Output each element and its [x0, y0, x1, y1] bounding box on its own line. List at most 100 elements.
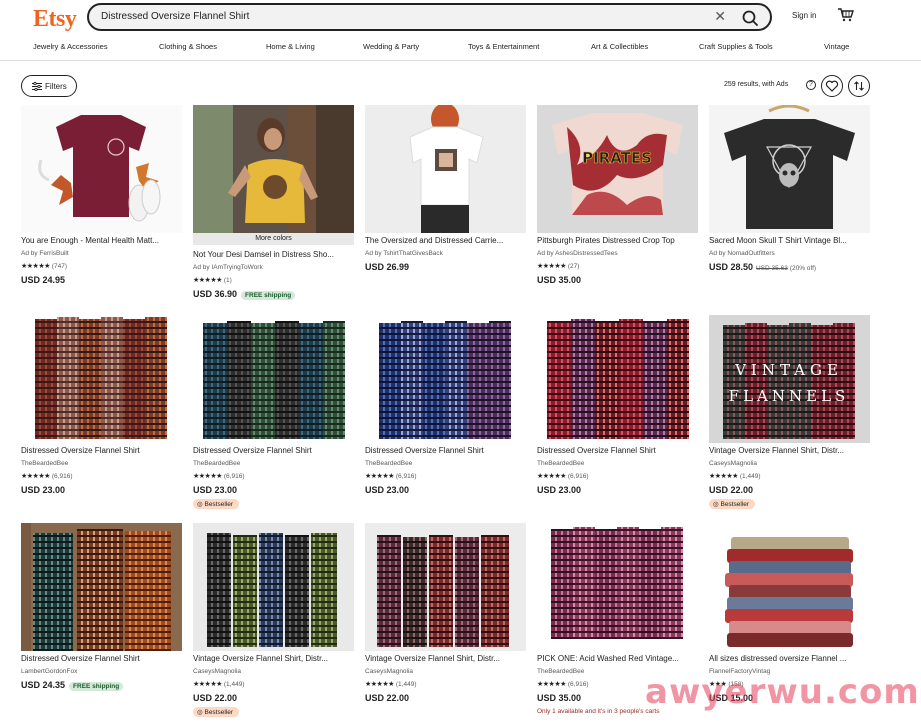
listing-title[interactable]: Distressed Oversize Flannel Shirt	[537, 446, 698, 455]
listing-title[interactable]: Distressed Oversize Flannel Shirt	[21, 654, 182, 663]
listing-price: USD 28.50 USD 35.63 (20% off)	[709, 262, 816, 272]
category-toys[interactable]: Toys & Entertainment	[468, 42, 539, 51]
listing-shop[interactable]: Ad by FerrisBuilt	[21, 250, 69, 257]
heart-icon	[825, 80, 839, 92]
review-count: (1)	[223, 277, 232, 284]
image-text-pirates: PIRATES	[582, 149, 652, 167]
listing-shop[interactable]: CaseysMagnolia	[193, 668, 241, 675]
price-value: USD 28.50	[709, 262, 754, 272]
cart-icon[interactable]	[838, 8, 854, 22]
review-count: (6,916)	[567, 473, 589, 480]
listing-title[interactable]: Not Your Desi Damsel in Distress Sho...	[193, 250, 354, 259]
image-text-flannels: FLANNELS	[729, 387, 850, 405]
listing-image[interactable]: PIRATES	[537, 105, 698, 233]
listing-shop[interactable]: TheBeardedBee	[21, 460, 68, 467]
stars-icon: ★★★★★	[193, 277, 222, 284]
listing-image[interactable]	[709, 105, 870, 233]
listing-price: USD 36.90 FREE shipping	[193, 289, 296, 300]
help-icon[interactable]: ?	[806, 80, 816, 90]
listing-price: USD 23.00	[537, 485, 582, 495]
more-colors-badge[interactable]: More colors	[193, 233, 354, 245]
listing-shop[interactable]: Ad by IAmTryingToWork	[193, 264, 263, 271]
listing-shop[interactable]: CaseysMagnolia	[709, 460, 757, 467]
category-home[interactable]: Home & Living	[266, 42, 315, 51]
listing-image[interactable]	[365, 523, 526, 651]
listing-rating: ★★★★★ (6,916)	[365, 472, 417, 480]
listing-title[interactable]: Distressed Oversize Flannel Shirt	[21, 446, 182, 455]
category-nav: Jewelry & Accessories Clothing & Shoes H…	[0, 40, 921, 56]
listing-shop[interactable]: TheBeardedBee	[365, 460, 412, 467]
listing-title[interactable]: Vintage Oversize Flannel Shirt, Distr...	[193, 654, 354, 663]
listing-image[interactable]: VINTAGE FLANNELS	[709, 315, 870, 443]
category-clothing[interactable]: Clothing & Shoes	[159, 42, 217, 51]
free-shipping-badge: FREE shipping	[69, 682, 124, 691]
sort-button[interactable]	[848, 75, 870, 97]
price-value: USD 24.35	[21, 680, 66, 690]
stars-icon: ★★★★★	[193, 473, 222, 480]
listing-title[interactable]: All sizes distressed oversize Flannel ..…	[709, 654, 870, 663]
listing-shop[interactable]: Ad by NomadOutfitters	[709, 250, 775, 257]
listing-title[interactable]: Pittsburgh Pirates Distressed Crop Top	[537, 236, 698, 245]
category-craft[interactable]: Craft Supplies & Tools	[699, 42, 773, 51]
listing-title[interactable]: Distressed Oversize Flannel Shirt	[193, 446, 354, 455]
listing-shop[interactable]: Ad by AshesDistressedTees	[537, 250, 618, 257]
listing-shop[interactable]: LambertGordonFox	[21, 668, 77, 675]
listing-shop[interactable]: CaseysMagnolia	[365, 668, 413, 675]
listing-shop[interactable]: TheBeardedBee	[537, 460, 584, 467]
listing-title[interactable]: Sacred Moon Skull T Shirt Vintage Bl...	[709, 236, 870, 245]
review-count: (6,916)	[51, 473, 73, 480]
listing-price: USD 35.00	[537, 693, 582, 703]
listing-title[interactable]: Distressed Oversize Flannel Shirt	[365, 446, 526, 455]
listing-image[interactable]	[21, 315, 182, 443]
listing-title[interactable]: Vintage Oversize Flannel Shirt, Distr...	[709, 446, 870, 455]
sign-in-link[interactable]: Sign in	[792, 11, 816, 20]
search-bar[interactable]: Distressed Oversize Flannel Shirt ✕	[87, 3, 772, 31]
listing-rating: ★★★★★ (6,916)	[537, 472, 589, 480]
listing-shop[interactable]: TheBeardedBee	[193, 460, 240, 467]
listing-image[interactable]	[193, 523, 354, 651]
listing-shop[interactable]: TheBeardedBee	[537, 668, 584, 675]
listing-price: USD 22.00	[709, 485, 754, 495]
listing-image[interactable]	[537, 315, 698, 443]
category-wedding[interactable]: Wedding & Party	[363, 42, 419, 51]
listing-image[interactable]	[365, 105, 526, 233]
listing-price: USD 23.00	[193, 485, 238, 495]
review-count: (1,449)	[395, 681, 417, 688]
results-count: 259 results, with Ads	[724, 81, 789, 88]
filters-button[interactable]: Filters	[21, 75, 77, 97]
listing-title[interactable]: Vintage Oversize Flannel Shirt, Distr...	[365, 654, 526, 663]
listing-image[interactable]	[709, 523, 870, 651]
listing-shop[interactable]: Ad by TshirtThatGivesBack	[365, 250, 443, 257]
listing-rating: ★★★★★ (6,916)	[193, 472, 245, 480]
stars-icon: ★★★★★	[21, 473, 50, 480]
search-icon[interactable]	[740, 8, 762, 28]
category-art[interactable]: Art & Collectibles	[591, 42, 648, 51]
listing-image[interactable]	[537, 523, 698, 651]
listing-rating: ★★★★★ (6,916)	[537, 680, 589, 688]
stars-icon: ★★★★★	[537, 473, 566, 480]
bestseller-badge: ◎ Bestseller	[193, 499, 240, 509]
listing-image[interactable]	[21, 105, 182, 233]
review-count: (6,916)	[567, 681, 589, 688]
listing-image[interactable]	[193, 315, 354, 443]
stars-icon: ★★★★★	[21, 263, 50, 270]
listing-rating: ★★★★★ (1,449)	[709, 472, 761, 480]
filters-label: Filters	[45, 82, 67, 91]
listing-price: USD 22.00	[193, 693, 238, 703]
stars-icon: ★★★★★	[193, 681, 222, 688]
listing-image[interactable]	[193, 105, 354, 233]
listing-title[interactable]: The Oversized and Distressed Carrie...	[365, 236, 526, 245]
listing-image[interactable]	[21, 523, 182, 651]
category-vintage[interactable]: Vintage	[824, 42, 849, 51]
filters-icon	[32, 82, 42, 91]
search-input[interactable]: Distressed Oversize Flannel Shirt	[101, 11, 249, 22]
listing-title[interactable]: PICK ONE: Acid Washed Red Vintage...	[537, 654, 698, 663]
listing-image[interactable]	[365, 315, 526, 443]
header-divider	[0, 60, 921, 61]
listing-title[interactable]: You are Enough - Mental Health Matt...	[21, 236, 182, 245]
etsy-logo[interactable]: Etsy	[33, 6, 77, 33]
clear-icon[interactable]: ✕	[714, 8, 726, 25]
category-jewelry[interactable]: Jewelry & Accessories	[33, 42, 108, 51]
bestseller-badge: ◎ Bestseller	[709, 499, 756, 509]
favorite-search-button[interactable]	[821, 75, 843, 97]
